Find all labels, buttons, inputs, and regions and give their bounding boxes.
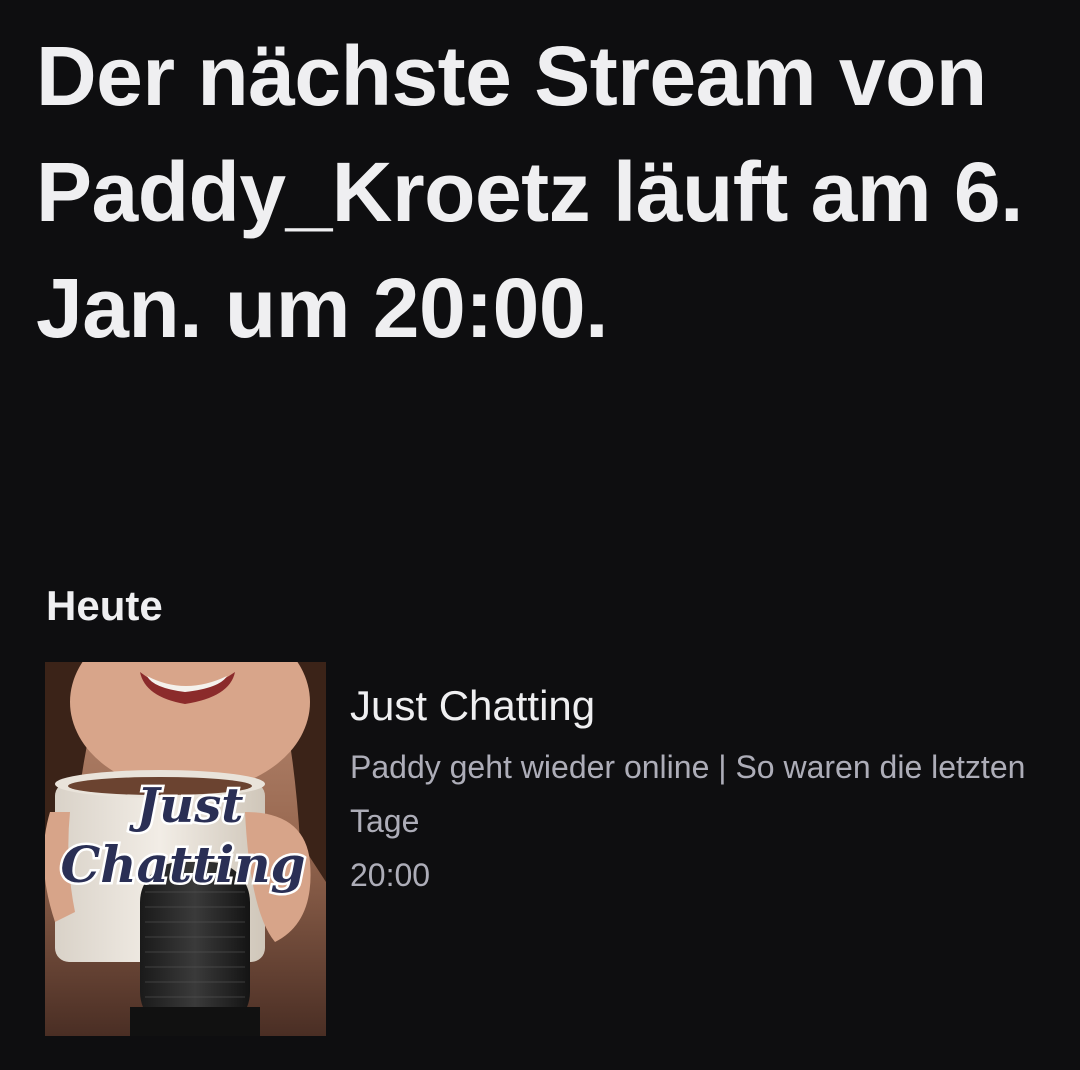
stream-title: Paddy geht wieder online | So waren die … <box>350 749 1026 839</box>
just-chatting-thumbnail-art: Just Chatting <box>45 662 326 1036</box>
schedule-item[interactable]: Just Chatting Just Chatting Paddy geht w… <box>45 662 1045 1036</box>
category-thumbnail[interactable]: Just Chatting <box>45 662 326 1036</box>
page-headline: Der nächste Stream von Paddy_Kroetz läuf… <box>36 29 1023 355</box>
schedule-item-info: Just Chatting Paddy geht wieder online |… <box>350 678 1040 902</box>
schedule-day-heading: Heute <box>46 582 163 629</box>
svg-text:Just: Just <box>129 778 244 834</box>
stream-time: 20:00 <box>350 857 431 893</box>
category-name[interactable]: Just Chatting <box>350 678 1040 734</box>
svg-text:Chatting: Chatting <box>60 835 305 894</box>
